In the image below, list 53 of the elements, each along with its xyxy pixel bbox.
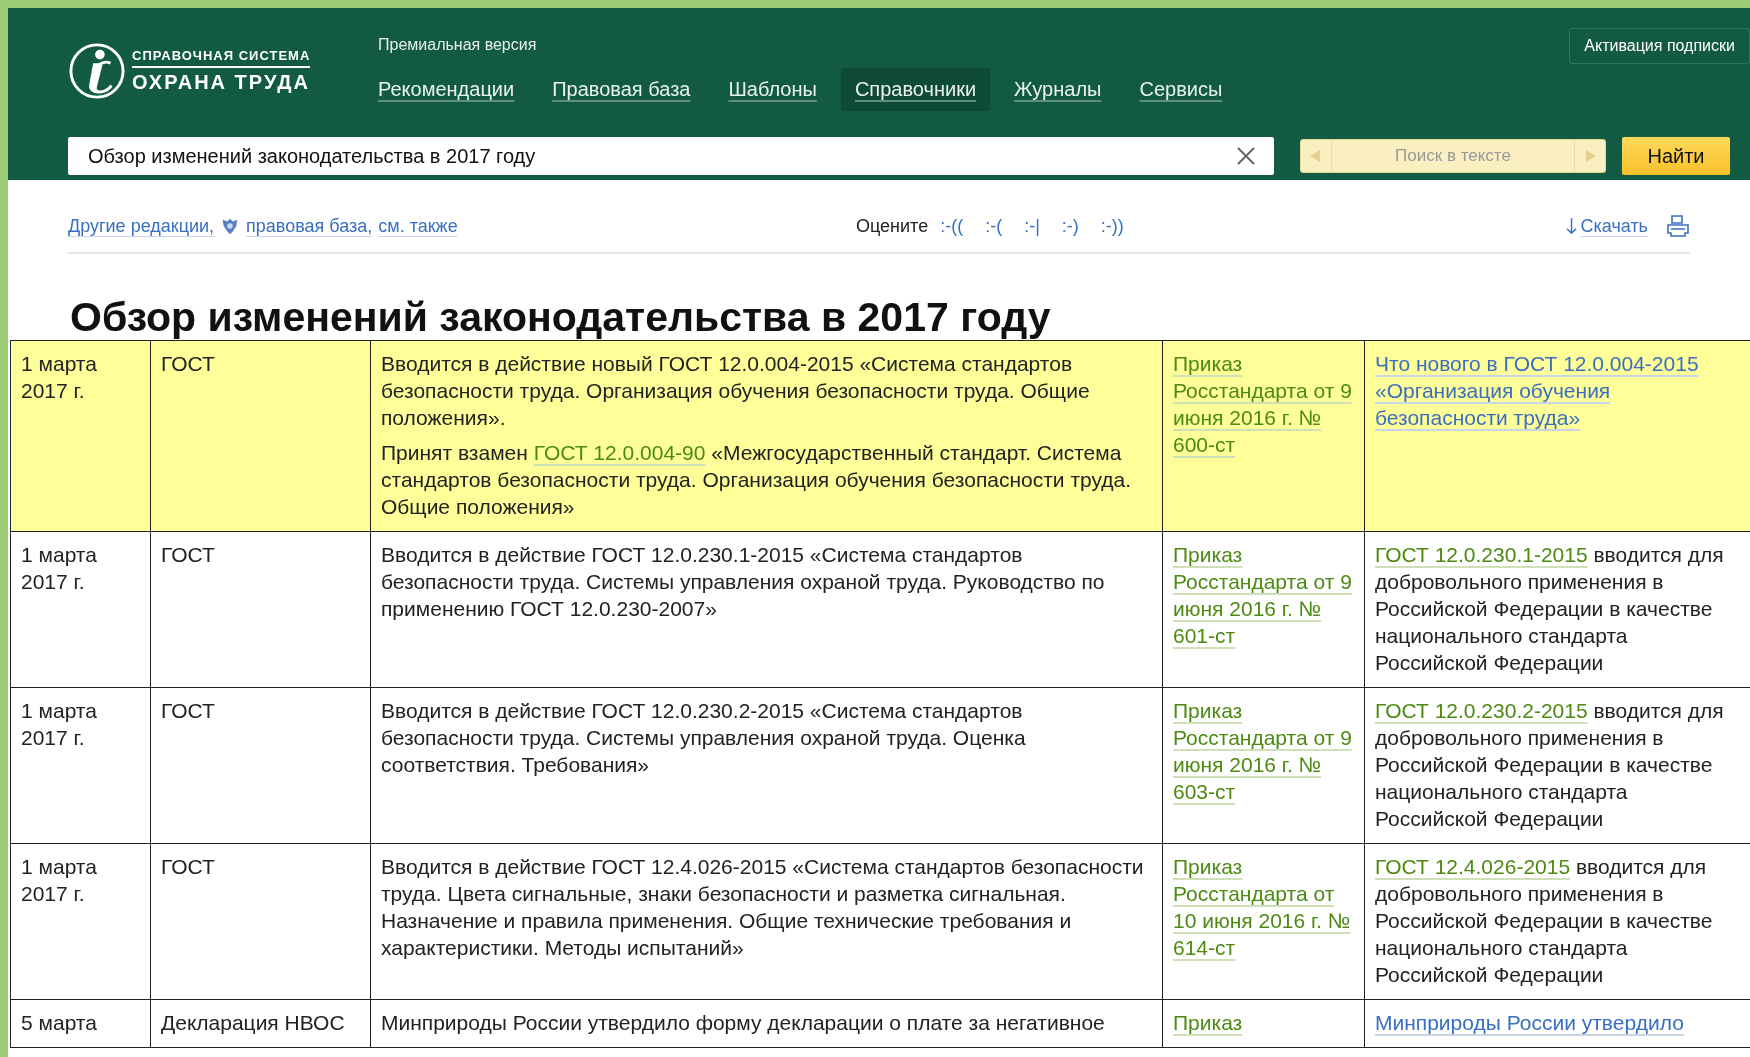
down-arrow-icon xyxy=(1565,217,1577,235)
type-cell: ГОСТ xyxy=(161,699,215,722)
description-text: Вводится в действие ГОСТ 12.4.026-2015 «Система стандартов безопасности труда. Цвета сигнальные, знаки безопасности и разметка сигнальная. Назначение и правила применения. Общие технические требования и характеристики. Методы испытаний» xyxy=(381,854,1145,961)
type-cell: ГОСТ xyxy=(161,855,215,878)
description-text: Вводится в действие новый ГОСТ 12.0.004-2015 «Система стандартов безопасности труда. Организация обучения безопасности труда. Общие положения». xyxy=(381,351,1091,431)
logo-icon xyxy=(68,42,126,100)
rate-label: Оцените xyxy=(856,215,929,237)
nav-tab[interactable]: Журналы xyxy=(1000,68,1116,111)
rating-option[interactable]: :-( xyxy=(985,215,1003,237)
comment-text: ГОСТ 12.0.230.2-2015 вводится для добровольного применения в Российской Федерации в качестве национального стандарта Российской Федерации xyxy=(1375,698,1725,832)
rating-option[interactable]: :-| xyxy=(1024,215,1040,237)
activation-button[interactable]: Активация подписки xyxy=(1569,28,1750,64)
text-search-field[interactable]: Поиск в тексте xyxy=(1331,139,1575,174)
nav-tab[interactable]: Справочники xyxy=(840,68,991,111)
document-link[interactable]: ГОСТ 12.4.026-2015 xyxy=(1375,855,1571,878)
search-input[interactable]: Обзор изменений законодательства в 2017 году xyxy=(86,143,1236,169)
toolbar-link[interactable]: Другие редакции, xyxy=(68,215,215,237)
document-link[interactable]: ГОСТ 12.0.230.2-2015 xyxy=(1375,699,1588,722)
description-text: Вводится в действие ГОСТ 12.0.230.2-2015 «Система стандартов безопасности труда. Системы управления охраной труда. Оценка соответствия. Требования» xyxy=(381,698,1027,778)
date-cell: 5 марта xyxy=(21,1011,97,1034)
date-cell: 1 марта 2017 г. xyxy=(21,352,97,402)
download-link[interactable]: Скачать xyxy=(1565,215,1648,237)
toolbar-link[interactable]: правовая база, xyxy=(246,215,373,237)
comment-text: ГОСТ 12.4.026-2015 вводится для добровольного применения в Российской Федерации в качестве национального стандарта Российской Федерации xyxy=(1375,854,1714,988)
type-cell: ГОСТ xyxy=(161,543,215,566)
edition-label: Премиальная версия xyxy=(378,36,538,54)
date-cell: 1 марта 2017 г. xyxy=(21,543,97,593)
text-search-bar[interactable]: Поиск в тексте xyxy=(1300,139,1606,174)
document-link[interactable]: ГОСТ 12.0.230.1-2015 xyxy=(1375,543,1588,566)
nav-tab[interactable]: Шаблоны xyxy=(714,68,831,111)
rating-option[interactable]: :-(( xyxy=(940,215,964,237)
date-cell: 1 марта 2017 г. xyxy=(21,855,97,905)
rating-option[interactable]: :-) xyxy=(1061,215,1079,237)
close-icon[interactable] xyxy=(1236,146,1256,167)
search-field[interactable]: Обзор изменений законодательства в 2017 году xyxy=(68,137,1274,176)
nav-tab[interactable]: Сервисы xyxy=(1125,68,1237,111)
nav-tab[interactable]: Рекомендации xyxy=(364,68,529,111)
comment-text: ГОСТ 12.0.230.1-2015 вводится для добровольного применения в Российской Федерации в качестве национального стандарта Российской Федерации xyxy=(1375,542,1725,676)
description-text: Минприроды России утвердило форму декларации о плате за негативное xyxy=(381,1010,1106,1036)
date-cell: 1 марта 2017 г. xyxy=(21,699,97,749)
logo-caption: СПРАВОЧНАЯ СИСТЕМА xyxy=(132,48,311,68)
page-title: Обзор изменений законодательства в 2017 году xyxy=(70,294,1052,340)
find-button[interactable]: Найти xyxy=(1622,137,1730,176)
document-link[interactable]: ГОСТ 12.0.004-90 xyxy=(533,441,706,464)
logo-title: ОХРАНА ТРУДА xyxy=(132,70,311,94)
type-cell: Декларация НВОС xyxy=(161,1011,345,1034)
toolbar-link[interactable]: см. также xyxy=(378,215,458,237)
printer-icon[interactable] xyxy=(1666,214,1690,238)
type-cell: ГОСТ xyxy=(161,352,215,375)
rating-option[interactable]: :-)) xyxy=(1100,215,1124,237)
description-text: Вводится в действие ГОСТ 12.0.230.1-2015 «Система стандартов безопасности труда. Системы управления охраной труда. Руководство по применению ГОСТ 12.0.230-2007» xyxy=(381,542,1106,622)
description-text: Принят взамен ГОСТ 12.0.004-90 «Межгосударственный стандарт. Система стандартов безопасности труда. Организация обучения безопасности труда. Общие положения» xyxy=(381,440,1133,520)
nav-tab[interactable]: Правовая база xyxy=(538,68,705,111)
